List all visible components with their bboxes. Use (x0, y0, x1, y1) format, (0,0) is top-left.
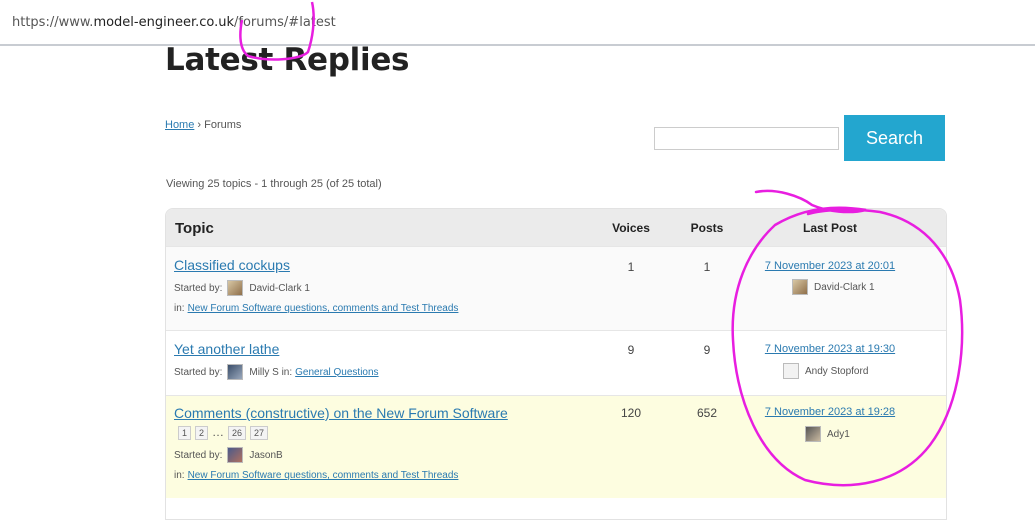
last-post-user: David-Clark 1 (787, 279, 875, 295)
page-title: Latest Replies (165, 42, 410, 78)
breadcrumb-home-link[interactable]: Home (165, 119, 194, 131)
forum-link[interactable]: New Forum Software questions, comments a… (188, 303, 459, 314)
avatar[interactable] (783, 363, 799, 379)
breadcrumb: Home › Forums (165, 119, 241, 131)
voices-count: 120 (620, 406, 642, 420)
search-input[interactable] (654, 127, 839, 150)
url-path: /forums/#latest (234, 15, 336, 30)
avatar[interactable] (792, 279, 808, 295)
page-link[interactable]: 1 (178, 426, 192, 440)
posts-count: 652 (696, 406, 718, 420)
last-post-user-name[interactable]: Andy Stopford (805, 366, 868, 377)
url-prefix: https://www. (12, 15, 94, 30)
last-post-link[interactable]: 7 November 2023 at 19:28 (730, 406, 930, 418)
topic-title-link[interactable]: Yet another lathe (174, 341, 279, 357)
started-by: Started by: Milly S in: General Question… (174, 364, 379, 380)
search-button[interactable]: Search (844, 115, 945, 161)
pagination-count: Viewing 25 topics - 1 through 25 (of 25 … (166, 178, 382, 190)
posts-count: 1 (703, 260, 711, 274)
avatar[interactable] (227, 447, 244, 463)
topic-pagination: 1 2 … 26 27 (178, 425, 269, 440)
author-name[interactable]: JasonB (249, 450, 282, 461)
page-link[interactable]: 2 (195, 426, 209, 440)
in-label: in: (174, 303, 185, 314)
started-by: Started by: JasonB (174, 447, 283, 463)
started-by-label: Started by: (174, 449, 223, 461)
forum-link[interactable]: New Forum Software questions, comments a… (188, 470, 459, 481)
started-by-label: Started by: (174, 366, 223, 378)
topic-forum: in: New Forum Software questions, commen… (174, 470, 458, 481)
avatar[interactable] (805, 426, 821, 442)
author-name[interactable]: Milly S in: (249, 367, 292, 378)
started-by-label: Started by: (174, 282, 223, 294)
topic-title-link[interactable]: Classified cockups (174, 257, 290, 273)
last-post-user-name[interactable]: David-Clark 1 (814, 282, 875, 293)
forum-link[interactable]: General Questions (295, 367, 378, 378)
last-post-link[interactable]: 7 November 2023 at 20:01 (730, 260, 930, 272)
author-name[interactable]: David-Clark 1 (249, 283, 310, 294)
url-text[interactable]: https://www.model-engineer.co.uk/forums/… (12, 15, 336, 30)
last-post-user: Andy Stopford (778, 363, 868, 379)
started-by: Started by: David-Clark 1 (174, 280, 310, 296)
voices-count: 9 (627, 343, 635, 357)
header-topic: Topic (175, 220, 214, 237)
last-post-user: Ady1 (800, 426, 850, 442)
topics-table: Topic Voices Posts Last Post Classified … (165, 208, 947, 520)
in-label: in: (174, 470, 185, 481)
table-row: Yet another lathe Started by: Milly S in… (166, 330, 946, 395)
avatar[interactable] (227, 364, 244, 380)
table-row: Classified cockups Started by: David-Cla… (166, 246, 946, 330)
topic-forum: in: New Forum Software questions, commen… (174, 303, 458, 314)
avatar[interactable] (227, 280, 244, 296)
page-ellipsis: … (212, 425, 225, 439)
header-posts: Posts (690, 221, 724, 235)
table-row: Comments (constructive) on the New Forum… (166, 395, 946, 498)
page-link[interactable]: 27 (250, 426, 269, 440)
table-header: Topic Voices Posts Last Post (166, 209, 946, 246)
posts-count: 9 (703, 343, 711, 357)
header-last-post: Last Post (802, 221, 857, 235)
page-link[interactable]: 26 (228, 426, 247, 440)
last-post-link[interactable]: 7 November 2023 at 19:30 (730, 343, 930, 355)
address-bar[interactable]: https://www.model-engineer.co.uk/forums/… (0, 0, 1035, 46)
topic-title-link[interactable]: Comments (constructive) on the New Forum… (174, 405, 508, 421)
breadcrumb-separator: › (197, 119, 202, 131)
url-host: model-engineer.co.uk (93, 15, 234, 30)
breadcrumb-current: Forums (204, 119, 242, 131)
header-voices: Voices (612, 221, 650, 235)
last-post-user-name[interactable]: Ady1 (827, 429, 850, 440)
voices-count: 1 (627, 260, 635, 274)
